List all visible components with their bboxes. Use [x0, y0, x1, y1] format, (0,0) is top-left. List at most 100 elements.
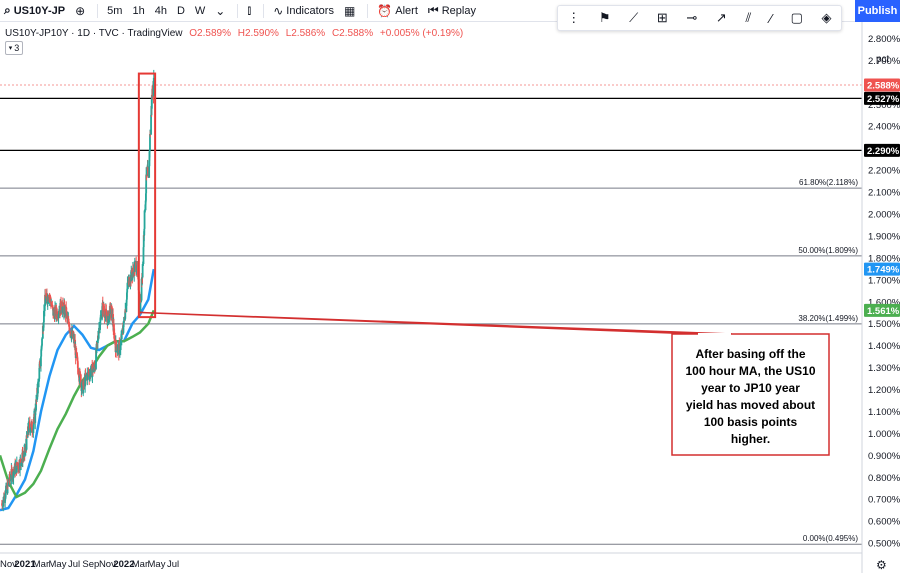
- candle-body: [143, 210, 146, 229]
- annotation-line: year to JP10 year: [701, 381, 800, 395]
- interval-5m[interactable]: 5m: [102, 0, 127, 22]
- y-tick-label: 1.200%: [868, 385, 900, 396]
- crosshair-box-icon[interactable]: ⊞: [657, 10, 668, 26]
- x-tick-label: Sep: [82, 559, 99, 570]
- legend-close: C2.588%: [331, 28, 374, 39]
- y-tick-label: 0.500%: [868, 539, 900, 550]
- y-tick-label: 1.300%: [868, 363, 900, 374]
- candle-body: [41, 338, 43, 346]
- legend-open: O2.589%: [189, 28, 231, 39]
- x-tick-label: Jul: [167, 559, 179, 570]
- grid-icon: ▦: [343, 3, 356, 18]
- y-tick-label: 1.500%: [868, 319, 900, 330]
- annotation-line: higher.: [731, 432, 770, 446]
- alarm-clock-icon: ⏰: [377, 3, 393, 18]
- separator: [367, 3, 369, 18]
- horizontal-line-icon[interactable]: ⊸: [686, 10, 697, 26]
- interval-4h[interactable]: 4h: [150, 0, 172, 22]
- publish-button[interactable]: Publish: [855, 0, 900, 22]
- x-tick-label: May: [148, 559, 166, 570]
- trend-line-icon[interactable]: ⟋: [629, 10, 638, 26]
- search-icon: ⌕: [4, 3, 11, 17]
- y-unit-label: pct: [876, 54, 890, 65]
- drawing-toolbar: ⋮ ⚑ ⟋ ⊞ ⊸ ↗ ⫽ ⁄ ▢ ◈: [557, 5, 842, 31]
- compare-button[interactable]: ⊕: [70, 0, 93, 22]
- ray-icon[interactable]: ↗: [716, 10, 727, 26]
- annotation-pointer: [139, 311, 733, 335]
- price-axis-label: 1.749%: [867, 265, 900, 276]
- indicators-icon: ∿: [273, 3, 284, 18]
- interval-1h[interactable]: 1h: [127, 0, 149, 22]
- legend-low: L2.586%: [285, 28, 326, 39]
- fib-level-label: 61.80%(2.118%): [799, 178, 858, 187]
- y-tick-label: 2.400%: [868, 122, 900, 133]
- templates-button[interactable]: ▦: [339, 0, 363, 22]
- study-count-label: 3: [14, 43, 20, 53]
- fill-color-icon[interactable]: ◈: [822, 10, 832, 26]
- y-tick-label: 1.100%: [868, 407, 900, 418]
- y-tick-label: 0.900%: [868, 451, 900, 462]
- annotation-line: After basing off the: [696, 347, 806, 361]
- chart-type-button[interactable]: ⫾: [242, 0, 259, 22]
- candle-body: [40, 356, 42, 367]
- candle-body: [38, 368, 41, 379]
- y-tick-label: 1.400%: [868, 341, 900, 352]
- annotation-line: 100 basis points: [704, 415, 798, 429]
- price-axis-label: 2.588%: [867, 80, 900, 91]
- interval-dropdown[interactable]: ⌄: [210, 0, 233, 22]
- chart-legend: US10Y-JP10Y · 1D · TVC · TradingView O2.…: [5, 28, 463, 39]
- rectangle-icon[interactable]: ▢: [791, 10, 803, 26]
- replay-label: Replay: [441, 4, 476, 17]
- candles-icon: ⫾: [247, 3, 252, 17]
- x-tick-label: Mar: [33, 559, 49, 570]
- candle-body: [75, 348, 78, 353]
- indicators-label: Indicators: [286, 4, 334, 17]
- legend-high: H2.590%: [237, 28, 279, 39]
- price-chart[interactable]: 2.800%2.700%2.600%2.500%2.400%2.300%2.20…: [0, 0, 900, 573]
- y-tick-label: 1.000%: [868, 429, 900, 440]
- fib-level-label: 0.00%(0.495%): [803, 534, 858, 543]
- candle-body: [141, 264, 144, 278]
- separator: [237, 3, 239, 18]
- candle-body: [110, 306, 113, 308]
- y-tick-label: 0.800%: [868, 473, 900, 484]
- plot-area: [0, 69, 862, 545]
- symbol-label: US10Y-JP: [13, 4, 66, 17]
- rewind-icon: ⏮: [427, 3, 439, 17]
- candles: [0, 69, 155, 512]
- flag-icon[interactable]: ⚑: [599, 10, 611, 26]
- caret-icon: ▾: [8, 45, 13, 52]
- alert-button[interactable]: ⏰ Alert: [372, 0, 423, 22]
- x-tick-label: Jul: [68, 559, 80, 570]
- parallel-lines-icon[interactable]: ⫽: [745, 10, 751, 26]
- price-axis-label: 2.527%: [867, 94, 900, 105]
- y-tick-label: 2.000%: [868, 209, 900, 220]
- y-tick-label: 2.200%: [868, 166, 900, 177]
- brush-icon[interactable]: ⁄: [770, 11, 772, 26]
- replay-button[interactable]: ⏮ Replay: [423, 0, 481, 22]
- settings-icon[interactable]: ⚙: [876, 558, 887, 572]
- price-axis-label: 1.561%: [867, 306, 900, 317]
- drag-handle-icon[interactable]: ⋮: [567, 10, 580, 26]
- chevron-down-icon: ⌄: [215, 3, 226, 18]
- y-tick-label: 1.700%: [868, 275, 900, 286]
- annotation-line: 100 hour MA, the US10: [685, 364, 815, 378]
- interval-w[interactable]: W: [190, 0, 210, 22]
- ma-slow-line: [0, 309, 155, 499]
- y-tick-label: 2.100%: [868, 188, 900, 199]
- separator: [263, 3, 265, 18]
- symbol-search[interactable]: ⌕ US10Y-JP: [0, 0, 70, 22]
- x-tick-label: Mar: [132, 559, 148, 570]
- y-tick-label: 1.900%: [868, 231, 900, 242]
- studies-toggle[interactable]: ▾ 3: [5, 41, 23, 55]
- interval-d[interactable]: D: [172, 0, 190, 22]
- indicators-button[interactable]: ∿ Indicators: [268, 0, 339, 22]
- y-tick-label: 0.600%: [868, 517, 900, 528]
- fib-level-label: 38.20%(1.499%): [798, 314, 858, 323]
- alert-label: Alert: [395, 4, 418, 17]
- legend-title: US10Y-JP10Y · 1D · TVC · TradingView: [5, 28, 183, 39]
- fib-level-label: 50.00%(1.809%): [798, 246, 858, 255]
- annotation-line: yield has moved about: [686, 398, 815, 412]
- add-symbol-icon: ⊕: [75, 3, 86, 18]
- y-tick-label: 2.800%: [868, 34, 900, 45]
